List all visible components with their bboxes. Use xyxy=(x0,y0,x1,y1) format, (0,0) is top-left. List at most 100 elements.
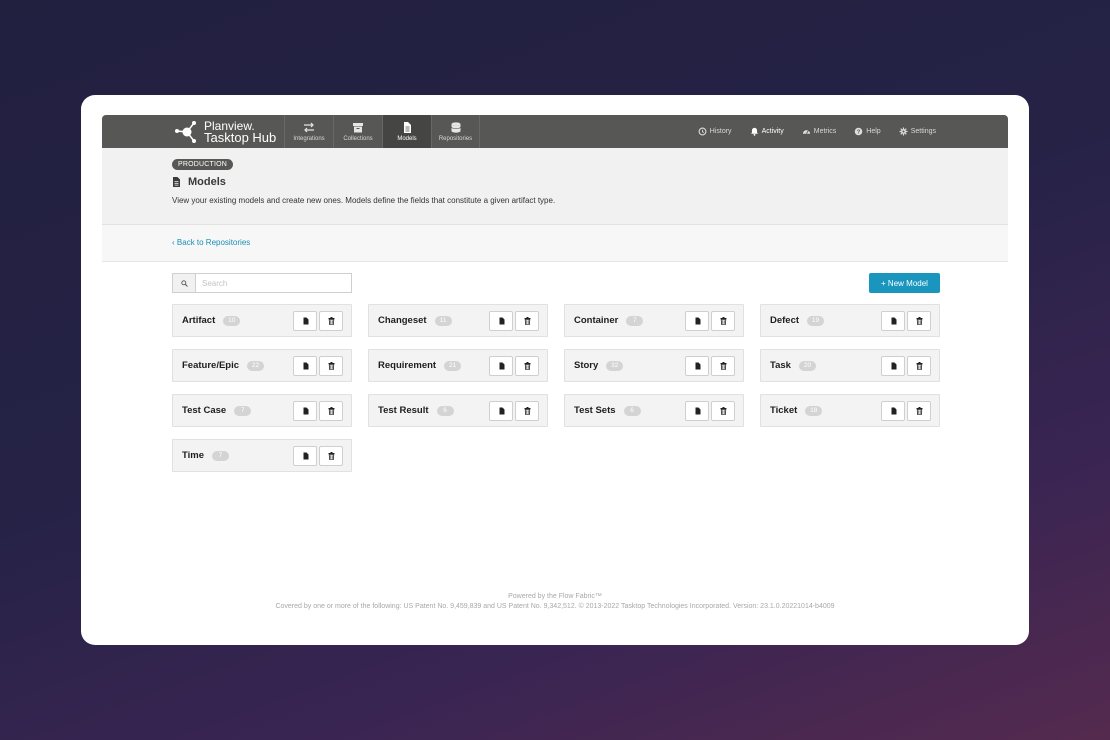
trash-icon xyxy=(524,317,530,325)
tab-repositories[interactable]: Repositories xyxy=(431,115,480,148)
delete-model-button[interactable] xyxy=(711,401,735,421)
search-button[interactable] xyxy=(173,274,196,292)
model-count-badge: 7 xyxy=(234,405,252,416)
delete-model-button[interactable] xyxy=(907,401,931,421)
model-card[interactable]: Ticket 18 xyxy=(760,394,940,427)
model-card[interactable]: Task 20 xyxy=(760,349,940,382)
model-name: Defect xyxy=(770,315,800,326)
copy-icon xyxy=(695,407,700,415)
arrows-exchange-icon xyxy=(304,122,314,132)
search-input[interactable] xyxy=(196,274,351,292)
model-actions xyxy=(293,356,343,376)
activity-link[interactable]: Activity xyxy=(750,127,784,136)
chevron-left-icon: ‹ xyxy=(172,238,175,247)
copy-icon xyxy=(303,407,308,415)
model-actions xyxy=(685,401,735,421)
metrics-label: Metrics xyxy=(813,128,837,135)
delete-model-button[interactable] xyxy=(515,311,539,331)
tab-integrations[interactable]: Integrations xyxy=(284,115,333,148)
delete-model-button[interactable] xyxy=(319,446,343,466)
model-card[interactable]: Changeset 11 xyxy=(368,304,548,337)
tab-label: Integrations xyxy=(293,135,325,142)
copy-model-button[interactable] xyxy=(881,401,905,421)
model-count-badge: 32 xyxy=(606,360,624,371)
delete-model-button[interactable] xyxy=(907,356,931,376)
model-actions xyxy=(489,311,539,331)
copy-model-button[interactable] xyxy=(685,401,709,421)
model-actions xyxy=(489,356,539,376)
history-link[interactable]: History xyxy=(698,127,732,136)
back-to-repositories-link[interactable]: ‹ Back to Repositories xyxy=(172,238,250,247)
copy-model-button[interactable] xyxy=(685,356,709,376)
delete-model-button[interactable] xyxy=(907,311,931,331)
model-card[interactable]: Feature/Epic 22 xyxy=(172,349,352,382)
top-navigation: Planview. Tasktop Hub Integrations Colle… xyxy=(102,115,1008,148)
brand-logo[interactable]: Planview. Tasktop Hub xyxy=(174,115,284,148)
delete-model-button[interactable] xyxy=(711,356,735,376)
history-label: History xyxy=(709,128,732,135)
document-icon xyxy=(173,177,180,187)
gauge-icon xyxy=(802,130,810,134)
metrics-link[interactable]: Metrics xyxy=(802,127,837,136)
model-actions xyxy=(881,356,931,376)
model-card[interactable]: Story 32 xyxy=(564,349,744,382)
model-card[interactable]: Requirement 21 xyxy=(368,349,548,382)
copy-model-button[interactable] xyxy=(881,311,905,331)
models-grid: Artifact 10 Changeset 11 Container 7 Defect 19 F… xyxy=(172,304,940,472)
model-name: Time xyxy=(182,450,205,461)
svg-text:?: ? xyxy=(857,130,861,136)
model-name: Changeset xyxy=(378,315,427,326)
model-card[interactable]: Test Case 7 xyxy=(172,394,352,427)
new-model-button[interactable]: + New Model xyxy=(869,273,940,293)
model-card[interactable]: Defect 19 xyxy=(760,304,940,337)
brand-text: Planview. Tasktop Hub xyxy=(204,120,276,144)
trash-icon xyxy=(916,407,922,415)
copy-model-button[interactable] xyxy=(293,356,317,376)
delete-model-button[interactable] xyxy=(319,356,343,376)
copy-model-button[interactable] xyxy=(489,401,513,421)
tab-models[interactable]: Models xyxy=(382,115,431,148)
back-bar: ‹ Back to Repositories xyxy=(102,225,1008,262)
model-name: Ticket xyxy=(770,405,798,416)
copy-model-button[interactable] xyxy=(293,401,317,421)
trash-icon xyxy=(720,407,726,415)
model-name: Requirement xyxy=(378,360,437,371)
copy-model-button[interactable] xyxy=(293,446,317,466)
planview-logo-icon xyxy=(175,120,196,143)
settings-link[interactable]: Settings xyxy=(899,127,936,136)
copy-icon xyxy=(695,362,700,370)
model-actions xyxy=(685,311,735,331)
model-card[interactable]: Test Sets 6 xyxy=(564,394,744,427)
model-card[interactable]: Artifact 10 xyxy=(172,304,352,337)
copy-model-button[interactable] xyxy=(685,311,709,331)
model-name: Test Result xyxy=(378,405,429,416)
model-card[interactable]: Test Result 6 xyxy=(368,394,548,427)
copy-model-button[interactable] xyxy=(489,311,513,331)
main-tabs: Integrations Collections Models Reposito… xyxy=(284,115,480,148)
copy-model-button[interactable] xyxy=(293,311,317,331)
delete-model-button[interactable] xyxy=(515,401,539,421)
copy-icon xyxy=(303,362,308,370)
tab-collections[interactable]: Collections xyxy=(333,115,382,148)
copy-model-button[interactable] xyxy=(881,356,905,376)
model-card[interactable]: Container 7 xyxy=(564,304,744,337)
model-name: Task xyxy=(770,360,791,371)
help-link[interactable]: ? Help xyxy=(854,127,881,136)
copy-icon xyxy=(303,452,308,460)
copy-icon xyxy=(303,317,308,325)
model-card[interactable]: Time 7 xyxy=(172,439,352,472)
document-icon xyxy=(404,121,411,133)
delete-model-button[interactable] xyxy=(515,356,539,376)
copy-model-button[interactable] xyxy=(489,356,513,376)
footer-powered-by: Powered by the Flow Fabric™ xyxy=(508,593,602,600)
utility-links: History Activity Metrics ? Help Settings xyxy=(680,115,936,148)
footer: Powered by the Flow Fabric™ Covered by o… xyxy=(102,592,1008,612)
model-count-badge: 7 xyxy=(626,315,644,326)
tab-label: Models xyxy=(397,135,417,142)
delete-model-button[interactable] xyxy=(711,311,735,331)
delete-model-button[interactable] xyxy=(319,311,343,331)
trash-icon xyxy=(720,317,726,325)
delete-model-button[interactable] xyxy=(319,401,343,421)
page-title: Models xyxy=(172,176,226,188)
history-icon xyxy=(698,127,707,136)
